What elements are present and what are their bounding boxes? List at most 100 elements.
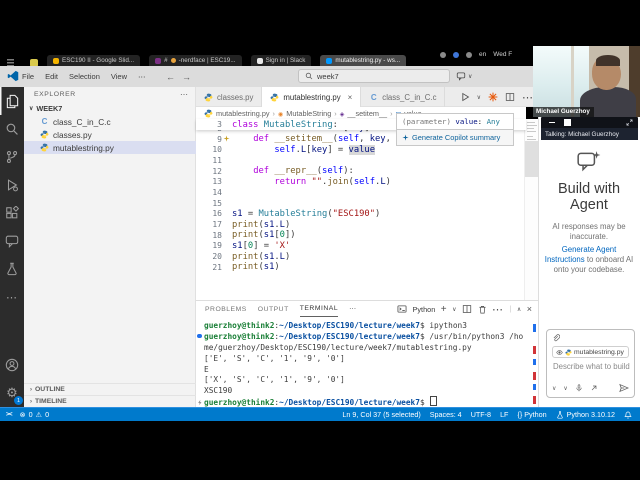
more-icon[interactable]: ⋯ (492, 303, 504, 316)
code-line-12[interactable]: 12 def __repr__(self): (196, 166, 526, 177)
trash-icon[interactable] (478, 305, 487, 314)
chevron-down-icon[interactable]: ∨ (552, 385, 556, 392)
chevron-down-icon[interactable]: ∨ (452, 306, 456, 313)
explorer-more-actions[interactable]: ⋯ (180, 90, 188, 99)
vscode-logo-icon (7, 70, 19, 82)
terminal-output[interactable]: guerzhoy@think2:~/Desktop/ESC190/lecture… (196, 320, 534, 407)
nav-forward-button[interactable]: → (182, 72, 191, 82)
problems-indicator[interactable]: ⊗ 0 ⚠ 0 (20, 410, 49, 419)
remote-window-button[interactable]: >< (6, 411, 13, 418)
terminal-shell-label[interactable]: Python (413, 305, 436, 314)
menu-item-view[interactable]: View (111, 72, 127, 81)
copilot-sparkle-icon[interactable] (223, 135, 230, 142)
code-line-19[interactable]: 19 s1[0] = 'X' (196, 241, 526, 252)
status-lf[interactable]: LF (500, 410, 508, 419)
window-icon[interactable] (564, 119, 571, 126)
activity-search-button[interactable] (0, 115, 24, 143)
starburst-icon[interactable] (488, 92, 498, 102)
add-icon[interactable]: + (441, 304, 447, 315)
split-icon[interactable] (462, 304, 472, 314)
activity-account-button[interactable] (0, 351, 24, 379)
code-line-21[interactable]: 21 print(s1) (196, 262, 526, 273)
file-item-classes.py[interactable]: classes.py (24, 128, 196, 141)
code-line-15[interactable]: 15 (196, 198, 526, 209)
code-line-17[interactable]: 17 print(s1.L) (196, 219, 526, 230)
mic-icon[interactable] (575, 384, 583, 392)
status-spaces-4[interactable]: Spaces: 4 (430, 410, 462, 419)
status-ln-9-col-37-5-selected-[interactable]: Ln 9, Col 37 (5 selected) (342, 410, 420, 419)
generate-copilot-summary-link[interactable]: Generate Copilot summary (396, 130, 514, 146)
nav-back-button[interactable]: ← (166, 72, 175, 82)
notifications-bell-icon[interactable] (624, 411, 632, 419)
activity-source-control-button[interactable] (0, 143, 24, 171)
close-icon[interactable]: × (527, 304, 532, 314)
terminal-line-2: me/guerzhoy/Desktop/ESC190/lecture/week7… (196, 342, 534, 353)
activity-more-button[interactable]: ⋯ (0, 283, 24, 311)
tab-label: classes.py (217, 92, 254, 102)
file-item-class_C_in_C.c[interactable]: Cclass_C_in_C.c (24, 115, 196, 128)
activity-files-button[interactable] (0, 87, 24, 115)
line-number: 13 (212, 177, 222, 187)
status-utf-8[interactable]: UTF-8 (471, 410, 491, 419)
send-icon[interactable] (619, 383, 629, 393)
file-item-mutablestring.py[interactable]: mutablestring.py (24, 141, 196, 154)
panel-tab-terminal[interactable]: TERMINAL (299, 301, 339, 317)
command-center-search[interactable]: week7 (298, 69, 450, 83)
error-icon: ⊗ (19, 410, 26, 419)
activity-testing-button[interactable] (0, 255, 24, 283)
chat-input-placeholder[interactable]: Describe what to build (553, 362, 630, 371)
app-grid-icon[interactable] (7, 59, 14, 66)
code-line-14[interactable]: 14 (196, 187, 526, 198)
activity-settings-button[interactable]: ⚙ 1 (0, 379, 24, 407)
minimap[interactable] (524, 119, 539, 300)
code-line-20[interactable]: 20 print(s1.L) (196, 251, 526, 262)
attach-paperclip-icon[interactable] (552, 334, 560, 342)
minimap-thumb[interactable] (525, 141, 539, 177)
code-editor[interactable]: 7 def __getitem__(self, key):8 return se… (196, 119, 526, 300)
outline-section-header[interactable]: › OUTLINE (24, 383, 196, 395)
close-icon[interactable]: × (348, 93, 353, 102)
panel-tab-output[interactable]: OUTPUT (258, 302, 289, 317)
breadcrumb-item[interactable]: __setitem__ (347, 109, 387, 118)
chevron-down-icon[interactable]: ∨ (563, 385, 567, 392)
arrow-up-icon[interactable] (590, 384, 598, 392)
status-python-3-10-12[interactable]: Python 3.10.12 (556, 410, 615, 419)
menu-item-selection[interactable]: Selection (69, 72, 100, 81)
chevron-up-icon[interactable]: ∧ (517, 306, 521, 313)
timeline-section-header[interactable]: › TIMELINE (24, 395, 196, 407)
context-chip-current-file[interactable]: mutablestring.py (552, 346, 629, 358)
activity-extensions-button[interactable] (0, 199, 24, 227)
code-line-16[interactable]: 16 s1 = MutableString("ESC190") (196, 209, 526, 220)
editor-tab-class_C_in_C.c[interactable]: Cclass_C_in_C.c (361, 87, 446, 107)
menu-item-file[interactable]: File (22, 72, 34, 81)
code-line-11[interactable]: 11 (196, 155, 526, 166)
panel-tab-⋯[interactable]: ⋯ (349, 302, 356, 317)
screen: en Wed F ESC190 II - Google Slid... # -ner… (0, 0, 640, 480)
breadcrumb-item[interactable]: mutablestring.py (216, 109, 270, 118)
activity-chat-button[interactable] (0, 227, 24, 255)
code-line-13[interactable]: 13 return "".join(self.L) (196, 176, 526, 187)
account-icon (5, 358, 19, 372)
code-line-18[interactable]: 18 print(s1[0]) (196, 230, 526, 241)
status--python[interactable]: {} Python (517, 410, 546, 419)
menu-item-more[interactable]: ⋯ (138, 72, 146, 81)
breadcrumb-item[interactable]: MutableString (286, 109, 331, 118)
chat-input-box[interactable]: mutablestring.py Describe what to build … (546, 329, 635, 398)
settings-badge: 1 (14, 396, 23, 405)
titlebar-chat-button[interactable]: ∨ (456, 71, 472, 81)
folder-week7[interactable]: ∨ WEEK7 (24, 102, 196, 114)
editor-tab-classes.py[interactable]: classes.py (196, 87, 263, 107)
chevron-down-icon[interactable]: ∨ (477, 94, 481, 101)
terminal-panel: PROBLEMS OUTPUT TERMINAL ⋯ Python + ∨ ⋯ | ∧ × gue… (196, 300, 538, 407)
panel-tab-problems[interactable]: PROBLEMS (205, 302, 247, 317)
expand-icon[interactable] (626, 119, 633, 126)
line-number: 20 (212, 252, 222, 262)
command-decoration-icon[interactable] (197, 333, 202, 339)
run-icon[interactable] (460, 92, 470, 102)
activity-run-debug-button[interactable] (0, 171, 24, 199)
chat-sparkle-icon (576, 150, 602, 174)
split-icon[interactable] (505, 92, 515, 102)
editor-tab-mutablestring.py[interactable]: mutablestring.py × (262, 87, 362, 107)
minimize-icon[interactable] (549, 121, 555, 124)
menu-item-edit[interactable]: Edit (45, 72, 58, 81)
